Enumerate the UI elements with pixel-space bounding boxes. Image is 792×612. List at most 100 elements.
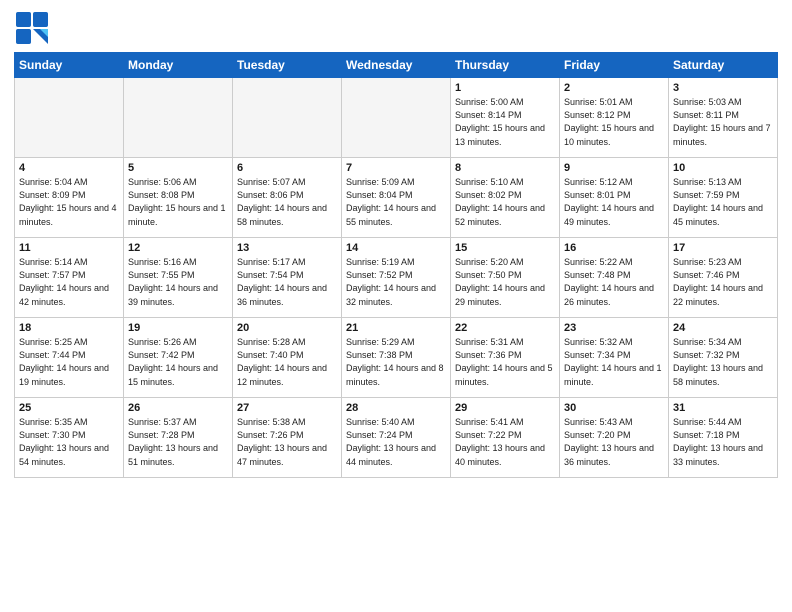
day-number: 8: [455, 161, 555, 176]
day-info: Sunrise: 5:32 AM Sunset: 7:34 PM Dayligh…: [564, 336, 664, 388]
week-row: 4Sunrise: 5:04 AM Sunset: 8:09 PM Daylig…: [15, 158, 778, 238]
day-cell: 16Sunrise: 5:22 AM Sunset: 7:48 PM Dayli…: [560, 238, 669, 318]
day-number: 6: [237, 161, 337, 176]
day-header: Monday: [124, 53, 233, 78]
week-row: 25Sunrise: 5:35 AM Sunset: 7:30 PM Dayli…: [15, 398, 778, 478]
day-number: 7: [346, 161, 446, 176]
day-cell: 1Sunrise: 5:00 AM Sunset: 8:14 PM Daylig…: [451, 78, 560, 158]
day-cell: 5Sunrise: 5:06 AM Sunset: 8:08 PM Daylig…: [124, 158, 233, 238]
day-cell: [233, 78, 342, 158]
day-number: 4: [19, 161, 119, 176]
day-cell: 27Sunrise: 5:38 AM Sunset: 7:26 PM Dayli…: [233, 398, 342, 478]
day-cell: 28Sunrise: 5:40 AM Sunset: 7:24 PM Dayli…: [342, 398, 451, 478]
day-number: 5: [128, 161, 228, 176]
day-cell: 9Sunrise: 5:12 AM Sunset: 8:01 PM Daylig…: [560, 158, 669, 238]
day-number: 29: [455, 401, 555, 416]
day-info: Sunrise: 5:38 AM Sunset: 7:26 PM Dayligh…: [237, 416, 337, 468]
day-info: Sunrise: 5:17 AM Sunset: 7:54 PM Dayligh…: [237, 256, 337, 308]
day-number: 25: [19, 401, 119, 416]
day-info: Sunrise: 5:07 AM Sunset: 8:06 PM Dayligh…: [237, 176, 337, 228]
day-header: Sunday: [15, 53, 124, 78]
day-cell: 20Sunrise: 5:28 AM Sunset: 7:40 PM Dayli…: [233, 318, 342, 398]
day-header: Saturday: [669, 53, 778, 78]
day-number: 22: [455, 321, 555, 336]
day-info: Sunrise: 5:10 AM Sunset: 8:02 PM Dayligh…: [455, 176, 555, 228]
day-info: Sunrise: 5:25 AM Sunset: 7:44 PM Dayligh…: [19, 336, 119, 388]
page-container: SundayMondayTuesdayWednesdayThursdayFrid…: [0, 0, 792, 486]
day-info: Sunrise: 5:34 AM Sunset: 7:32 PM Dayligh…: [673, 336, 773, 388]
days-header-row: SundayMondayTuesdayWednesdayThursdayFrid…: [15, 53, 778, 78]
day-info: Sunrise: 5:12 AM Sunset: 8:01 PM Dayligh…: [564, 176, 664, 228]
day-info: Sunrise: 5:22 AM Sunset: 7:48 PM Dayligh…: [564, 256, 664, 308]
day-cell: 12Sunrise: 5:16 AM Sunset: 7:55 PM Dayli…: [124, 238, 233, 318]
day-info: Sunrise: 5:23 AM Sunset: 7:46 PM Dayligh…: [673, 256, 773, 308]
day-number: 3: [673, 81, 773, 96]
week-row: 11Sunrise: 5:14 AM Sunset: 7:57 PM Dayli…: [15, 238, 778, 318]
day-info: Sunrise: 5:13 AM Sunset: 7:59 PM Dayligh…: [673, 176, 773, 228]
day-cell: 23Sunrise: 5:32 AM Sunset: 7:34 PM Dayli…: [560, 318, 669, 398]
day-info: Sunrise: 5:16 AM Sunset: 7:55 PM Dayligh…: [128, 256, 228, 308]
day-number: 23: [564, 321, 664, 336]
day-info: Sunrise: 5:37 AM Sunset: 7:28 PM Dayligh…: [128, 416, 228, 468]
day-cell: [15, 78, 124, 158]
day-number: 21: [346, 321, 446, 336]
day-info: Sunrise: 5:14 AM Sunset: 7:57 PM Dayligh…: [19, 256, 119, 308]
day-number: 14: [346, 241, 446, 256]
day-info: Sunrise: 5:00 AM Sunset: 8:14 PM Dayligh…: [455, 96, 555, 148]
day-info: Sunrise: 5:35 AM Sunset: 7:30 PM Dayligh…: [19, 416, 119, 468]
day-cell: 6Sunrise: 5:07 AM Sunset: 8:06 PM Daylig…: [233, 158, 342, 238]
day-info: Sunrise: 5:01 AM Sunset: 8:12 PM Dayligh…: [564, 96, 664, 148]
day-number: 18: [19, 321, 119, 336]
day-number: 30: [564, 401, 664, 416]
day-number: 16: [564, 241, 664, 256]
day-info: Sunrise: 5:44 AM Sunset: 7:18 PM Dayligh…: [673, 416, 773, 468]
day-info: Sunrise: 5:06 AM Sunset: 8:08 PM Dayligh…: [128, 176, 228, 228]
day-info: Sunrise: 5:28 AM Sunset: 7:40 PM Dayligh…: [237, 336, 337, 388]
week-row: 1Sunrise: 5:00 AM Sunset: 8:14 PM Daylig…: [15, 78, 778, 158]
day-cell: 11Sunrise: 5:14 AM Sunset: 7:57 PM Dayli…: [15, 238, 124, 318]
week-row: 18Sunrise: 5:25 AM Sunset: 7:44 PM Dayli…: [15, 318, 778, 398]
day-header: Tuesday: [233, 53, 342, 78]
day-info: Sunrise: 5:19 AM Sunset: 7:52 PM Dayligh…: [346, 256, 446, 308]
day-number: 1: [455, 81, 555, 96]
day-cell: 24Sunrise: 5:34 AM Sunset: 7:32 PM Dayli…: [669, 318, 778, 398]
day-number: 2: [564, 81, 664, 96]
day-header: Wednesday: [342, 53, 451, 78]
day-info: Sunrise: 5:40 AM Sunset: 7:24 PM Dayligh…: [346, 416, 446, 468]
logo: [14, 10, 52, 46]
day-cell: 4Sunrise: 5:04 AM Sunset: 8:09 PM Daylig…: [15, 158, 124, 238]
day-info: Sunrise: 5:04 AM Sunset: 8:09 PM Dayligh…: [19, 176, 119, 228]
calendar: SundayMondayTuesdayWednesdayThursdayFrid…: [14, 52, 778, 478]
day-cell: 21Sunrise: 5:29 AM Sunset: 7:38 PM Dayli…: [342, 318, 451, 398]
header: [14, 10, 778, 46]
day-number: 28: [346, 401, 446, 416]
day-cell: [342, 78, 451, 158]
day-cell: [124, 78, 233, 158]
day-info: Sunrise: 5:41 AM Sunset: 7:22 PM Dayligh…: [455, 416, 555, 468]
day-cell: 31Sunrise: 5:44 AM Sunset: 7:18 PM Dayli…: [669, 398, 778, 478]
day-number: 11: [19, 241, 119, 256]
day-info: Sunrise: 5:09 AM Sunset: 8:04 PM Dayligh…: [346, 176, 446, 228]
day-number: 10: [673, 161, 773, 176]
day-number: 9: [564, 161, 664, 176]
day-cell: 19Sunrise: 5:26 AM Sunset: 7:42 PM Dayli…: [124, 318, 233, 398]
day-number: 15: [455, 241, 555, 256]
day-number: 13: [237, 241, 337, 256]
day-info: Sunrise: 5:20 AM Sunset: 7:50 PM Dayligh…: [455, 256, 555, 308]
day-info: Sunrise: 5:31 AM Sunset: 7:36 PM Dayligh…: [455, 336, 555, 388]
day-number: 24: [673, 321, 773, 336]
day-cell: 17Sunrise: 5:23 AM Sunset: 7:46 PM Dayli…: [669, 238, 778, 318]
logo-icon: [14, 10, 50, 46]
day-cell: 7Sunrise: 5:09 AM Sunset: 8:04 PM Daylig…: [342, 158, 451, 238]
day-number: 31: [673, 401, 773, 416]
day-cell: 15Sunrise: 5:20 AM Sunset: 7:50 PM Dayli…: [451, 238, 560, 318]
day-cell: 18Sunrise: 5:25 AM Sunset: 7:44 PM Dayli…: [15, 318, 124, 398]
day-info: Sunrise: 5:26 AM Sunset: 7:42 PM Dayligh…: [128, 336, 228, 388]
day-cell: 14Sunrise: 5:19 AM Sunset: 7:52 PM Dayli…: [342, 238, 451, 318]
day-cell: 10Sunrise: 5:13 AM Sunset: 7:59 PM Dayli…: [669, 158, 778, 238]
day-cell: 3Sunrise: 5:03 AM Sunset: 8:11 PM Daylig…: [669, 78, 778, 158]
day-number: 26: [128, 401, 228, 416]
day-cell: 2Sunrise: 5:01 AM Sunset: 8:12 PM Daylig…: [560, 78, 669, 158]
day-number: 17: [673, 241, 773, 256]
day-number: 12: [128, 241, 228, 256]
